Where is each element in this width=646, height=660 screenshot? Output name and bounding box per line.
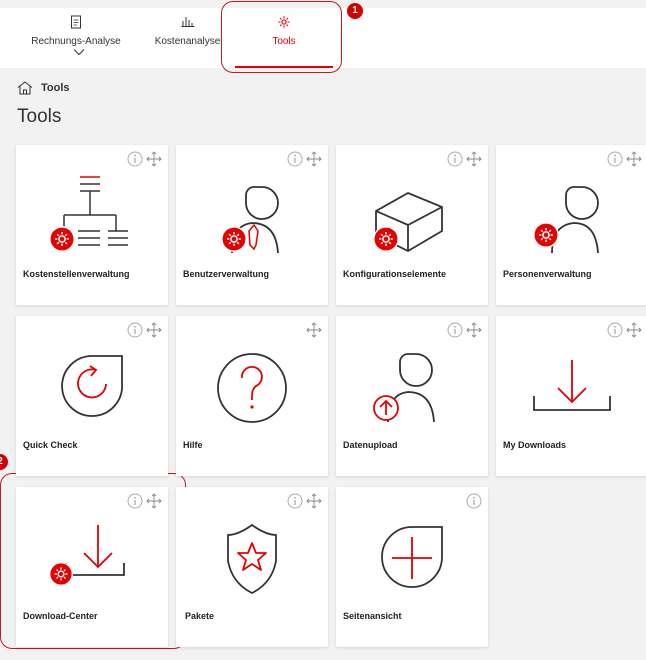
plus-bubble-icon xyxy=(381,526,443,588)
tile-download-center[interactable]: Download-Center xyxy=(16,487,168,647)
nav-item-label: Rechnungs-Analyse xyxy=(31,36,121,47)
move-icon[interactable] xyxy=(146,151,162,167)
info-icon[interactable] xyxy=(466,493,482,509)
move-icon[interactable] xyxy=(306,493,322,509)
annotation-box-tools xyxy=(221,1,342,73)
tile-personenverwaltung[interactable]: Personenverwaltung xyxy=(496,145,646,305)
move-icon[interactable] xyxy=(306,151,322,167)
move-icon[interactable] xyxy=(626,322,642,338)
chevron-down-icon xyxy=(73,49,85,56)
info-icon[interactable] xyxy=(607,322,623,338)
tile-title: Datenupload xyxy=(343,440,398,450)
info-icon[interactable] xyxy=(607,151,623,167)
download-tray-icon xyxy=(533,360,611,411)
user-tie-icon xyxy=(221,186,279,254)
tile-datenupload[interactable]: Datenupload xyxy=(336,316,488,476)
info-icon[interactable] xyxy=(127,151,143,167)
tile-title: Pakete xyxy=(185,611,215,621)
info-icon[interactable] xyxy=(287,493,303,509)
cube-icon xyxy=(373,192,443,253)
page-title: Tools xyxy=(17,106,62,127)
refresh-icon xyxy=(61,355,123,417)
move-icon[interactable] xyxy=(146,493,162,509)
nav-rechnungs-analyse[interactable]: Rechnungs-Analyse xyxy=(22,8,130,68)
tile-title: Kostenstellenverwaltung xyxy=(23,269,130,279)
tile-title: My Downloads xyxy=(503,440,567,450)
shield-star-icon xyxy=(227,523,277,595)
info-icon[interactable] xyxy=(447,151,463,167)
move-icon[interactable] xyxy=(306,322,322,338)
document-icon xyxy=(22,8,130,36)
move-icon[interactable] xyxy=(626,151,642,167)
info-icon[interactable] xyxy=(127,493,143,509)
tile-kostenstellenverwaltung[interactable]: Kostenstellenverwaltung xyxy=(16,145,168,305)
tile-title: Quick Check xyxy=(23,440,78,450)
tile-title: Konfigurationselemente xyxy=(343,269,447,279)
annotation-marker-1: 1 xyxy=(347,3,363,19)
move-icon[interactable] xyxy=(466,151,482,167)
download-center-icon xyxy=(49,525,125,586)
tile-title: Benutzerverwaltung xyxy=(183,269,270,279)
tile-my-downloads[interactable]: My Downloads xyxy=(496,316,646,476)
tile-konfigurationselemente[interactable]: Konfigurationselemente xyxy=(336,145,488,305)
info-icon[interactable] xyxy=(127,322,143,338)
tile-title: Hilfe xyxy=(183,440,203,450)
move-icon[interactable] xyxy=(466,322,482,338)
nav-kostenanalyse[interactable]: Kostenanalyse xyxy=(150,8,225,68)
bar-chart-icon xyxy=(150,8,225,36)
move-icon[interactable] xyxy=(146,322,162,338)
tile-pakete[interactable]: Pakete xyxy=(176,487,328,647)
upload-person-icon xyxy=(373,353,435,423)
tile-quick-check[interactable]: Quick Check xyxy=(16,316,168,476)
org-chart-icon xyxy=(49,176,128,252)
nav-item-label: Kostenanalyse xyxy=(154,36,221,47)
info-icon[interactable] xyxy=(287,151,303,167)
tile-title: Download-Center xyxy=(23,611,98,621)
tile-title: Personenverwaltung xyxy=(503,269,592,279)
home-icon[interactable] xyxy=(17,81,33,95)
annotation-marker-2: 2 xyxy=(0,454,8,470)
info-icon[interactable] xyxy=(447,322,463,338)
person-icon xyxy=(533,186,599,254)
breadcrumb-current[interactable]: Tools xyxy=(41,82,70,94)
question-icon xyxy=(217,353,287,423)
tile-seitenansicht[interactable]: Seitenansicht xyxy=(336,487,488,647)
tile-title: Seitenansicht xyxy=(343,611,402,621)
tile-hilfe[interactable]: Hilfe xyxy=(176,316,328,476)
breadcrumb: Tools xyxy=(17,80,70,96)
tile-benutzerverwaltung[interactable]: Benutzerverwaltung xyxy=(176,145,328,305)
